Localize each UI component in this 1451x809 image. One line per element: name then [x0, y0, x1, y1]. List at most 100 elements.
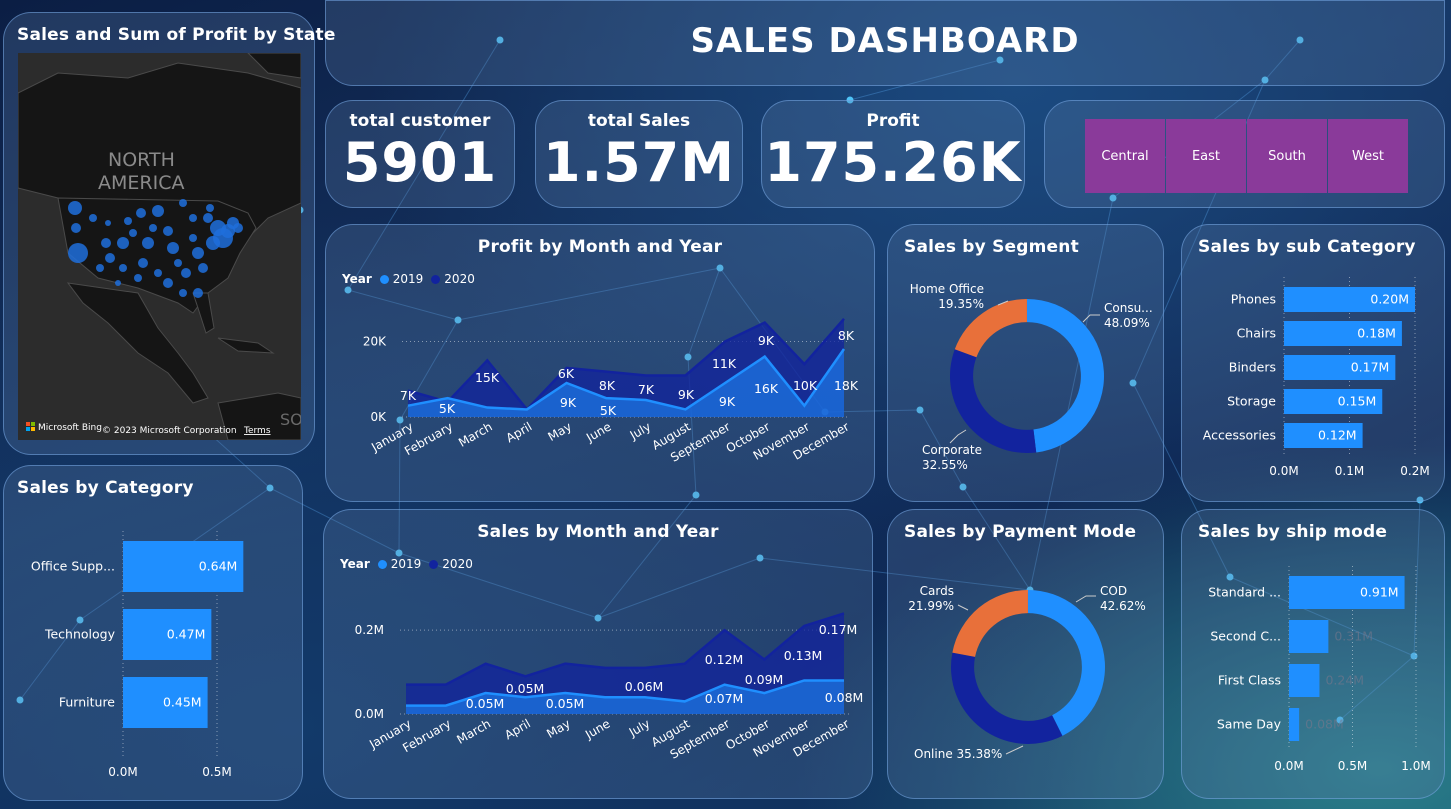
map-state-bubble — [179, 289, 187, 297]
y-tick-label: 0.0M — [355, 707, 384, 721]
map-state-bubble — [233, 223, 243, 233]
slice-name-label: Corporate — [922, 443, 982, 457]
payment-card: Sales by Payment Mode COD 42.62% Online 35… — [887, 509, 1164, 799]
map-state-bubble — [167, 242, 179, 254]
shipmode-card: Sales by ship mode 0.0M 0.5M 1.0M Standard … — [1181, 509, 1445, 799]
map-state-bubble — [163, 278, 173, 288]
map-state-bubble — [154, 269, 162, 277]
map-state-bubble — [134, 274, 142, 282]
map-state-bubble — [179, 199, 187, 207]
map-terms-link: Terms — [243, 426, 271, 436]
region-button-east[interactable]: East — [1166, 119, 1246, 193]
donut-slice — [1028, 590, 1105, 736]
category-label: Phones — [1231, 292, 1276, 307]
map-state-bubble — [203, 213, 213, 223]
shipmode-bar-chart: 0.0M 0.5M 1.0M Standard ... 0.91M Second C...… — [1208, 566, 1431, 773]
slice-pct-label: 48.09% — [1104, 316, 1150, 330]
data-label: 0.17M — [819, 622, 858, 637]
bar-value-label: 0.24M — [1325, 673, 1364, 688]
data-label: 0.08M — [825, 690, 864, 705]
x-tick-label: 0.0M — [1274, 759, 1303, 773]
profit-area-chart: 0K20KJanuaryFebruary March April May June Jul… — [363, 317, 859, 465]
payment-donut-chart: COD42.62% Online 35.38% Cards21.99% — [908, 584, 1146, 761]
data-label: 0.06M — [625, 679, 664, 694]
kpi-profit-value: 175.26K — [764, 131, 1022, 194]
category-label: Accessories — [1203, 428, 1276, 443]
data-label: 18K — [834, 378, 859, 393]
x-tick-label: 0.0M — [108, 765, 137, 779]
x-tick-label: April — [504, 419, 535, 445]
bing-logo-icon — [31, 422, 35, 426]
map-state-bubble — [115, 280, 121, 286]
region-button-central[interactable]: Central — [1085, 119, 1165, 193]
kpi-sales-label: total Sales — [587, 111, 691, 131]
kpi-customer-label: total customer — [349, 111, 491, 131]
slice-name-label: Online 35.38% — [914, 747, 1002, 761]
x-tick-label: April — [502, 716, 533, 742]
map-title: Sales and Sum of Profit by State — [17, 25, 336, 45]
profit-month-card: Profit by Month and Year Year 2019 2020 … — [325, 224, 875, 502]
map-state-bubble — [163, 226, 173, 236]
data-label: 5K — [439, 401, 456, 416]
data-label: 9K — [678, 387, 695, 402]
slice-pct-label: 21.99% — [908, 599, 954, 613]
leader-line — [1075, 595, 1096, 603]
map-label-america: AMERICA — [98, 172, 184, 194]
leader-line — [949, 429, 967, 444]
bar — [1289, 664, 1320, 697]
region-button-south[interactable]: South — [1247, 119, 1327, 193]
map-state-bubble — [149, 224, 157, 232]
category-label: Technology — [44, 627, 116, 642]
map-state-bubble — [68, 201, 82, 215]
data-label: 9K — [758, 333, 775, 348]
x-tick-label: July — [626, 716, 653, 739]
slice-name-label: Home Office — [910, 282, 984, 296]
category-label: Furniture — [59, 695, 115, 710]
bar-value-label: 0.64M — [199, 559, 238, 574]
subcategory-card: Sales by sub Category 0.0M 0.1M 0.2M Phones… — [1181, 224, 1445, 502]
x-tick-label: June — [582, 716, 613, 742]
x-tick-label: 1.0M — [1401, 759, 1430, 773]
category-label: First Class — [1218, 673, 1281, 688]
donut-slice — [951, 652, 1063, 744]
data-label: 6K — [558, 366, 575, 381]
x-tick-label: May — [544, 716, 572, 741]
map-copyright: © 2023 Microsoft Corporation — [102, 426, 237, 436]
map-state-bubble — [206, 204, 214, 212]
map-state-bubble — [71, 223, 81, 233]
sales-area-chart: 0.0M0.2MJanuaryFebruary March April May June… — [355, 612, 864, 762]
data-label: 0.07M — [705, 691, 744, 706]
data-label: 8K — [838, 328, 855, 343]
bar-value-label: 0.15M — [1338, 394, 1377, 409]
data-label: 0.12M — [705, 652, 744, 667]
state-map[interactable]: NORTHAMERICA SOU Microsoft Bing© 2023 Micr… — [18, 53, 301, 440]
data-label: 16K — [754, 381, 779, 396]
leader-line — [1082, 314, 1100, 323]
kpi-sales-value: 1.57M — [543, 131, 735, 194]
donut-slice — [950, 349, 1037, 453]
segment-card: Sales by Segment Consu... 48.09% Corporate… — [887, 224, 1164, 502]
x-tick-label: June — [583, 419, 614, 445]
data-label: 10K — [793, 378, 818, 393]
map-state-bubble — [189, 214, 197, 222]
x-tick-label: 0.5M — [202, 765, 231, 779]
x-tick-label: 0.5M — [1338, 759, 1367, 773]
x-tick-label: 0.2M — [1400, 464, 1429, 478]
region-button-west[interactable]: West — [1328, 119, 1408, 193]
y-tick-label: 20K — [363, 334, 387, 348]
donut-slice — [1027, 299, 1104, 453]
y-tick-label: 0.2M — [355, 623, 384, 637]
category-card: Sales by Category 0.0M 0.5M Office Supp...… — [3, 465, 303, 801]
map-state-bubble — [96, 264, 104, 272]
slice-name-label: Cards — [920, 584, 954, 598]
bar-value-label: 0.17M — [1351, 360, 1390, 375]
data-label: 9K — [560, 395, 577, 410]
kpi-profit-label: Profit — [866, 111, 920, 131]
map-state-bubble — [142, 237, 154, 249]
sales-month-card: Sales by Month and Year Year 2019 2020 0… — [323, 509, 873, 799]
map-state-bubble — [193, 288, 203, 298]
data-label: 7K — [400, 388, 417, 403]
map-state-bubble — [181, 268, 191, 278]
map-state-bubble — [138, 258, 148, 268]
data-label: 0.09M — [745, 672, 784, 687]
